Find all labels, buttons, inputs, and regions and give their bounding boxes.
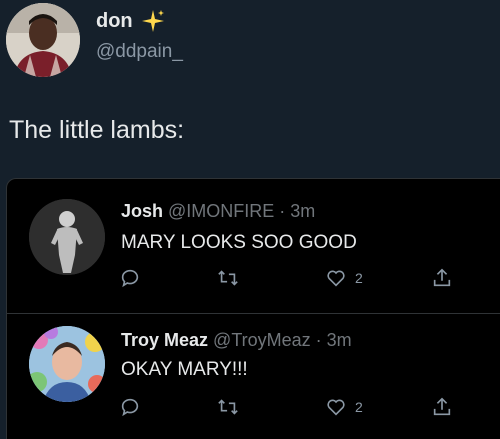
- heart-icon: [327, 399, 345, 416]
- share-button[interactable]: [431, 265, 453, 291]
- reply-icon: [121, 269, 139, 288]
- retweet-button[interactable]: [217, 265, 239, 291]
- like-count: 2: [355, 399, 363, 415]
- like-count: 2: [355, 270, 363, 286]
- retweet-icon: [218, 270, 238, 286]
- reply-item[interactable]: Josh @IMONFIRE · 3m MARY LOOKS SOO GOOD: [7, 179, 500, 314]
- reply-icon: [121, 398, 139, 417]
- reply-author-name[interactable]: Troy Meaz: [121, 330, 208, 350]
- sparkle-icon: [142, 10, 164, 32]
- share-icon: [433, 397, 451, 416]
- retweet-button[interactable]: [217, 394, 239, 420]
- reply-item[interactable]: Troy Meaz @TroyMeaz · 3m OKAY MARY!!! 2: [7, 314, 500, 439]
- tweet-text: The little lambs:: [9, 116, 185, 144]
- author-handle[interactable]: @ddpain_: [96, 41, 183, 63]
- share-button[interactable]: [431, 394, 453, 420]
- reply-text: MARY LOOKS SOO GOOD: [121, 232, 357, 253]
- retweet-icon: [218, 399, 238, 415]
- reply-author-name[interactable]: Josh: [121, 201, 163, 221]
- heart-icon: [327, 270, 345, 287]
- reply-avatar[interactable]: [29, 326, 105, 402]
- author-name[interactable]: don: [96, 10, 133, 33]
- reply-header: Troy Meaz @TroyMeaz · 3m: [121, 330, 352, 351]
- quoted-replies-card[interactable]: Josh @IMONFIRE · 3m MARY LOOKS SOO GOOD: [6, 178, 500, 439]
- reply-button[interactable]: [119, 394, 141, 420]
- reply-avatar[interactable]: [29, 199, 105, 275]
- reply-handle-time[interactable]: @IMONFIRE · 3m: [168, 201, 315, 221]
- like-button[interactable]: 2: [325, 265, 363, 291]
- reply-handle-time[interactable]: @TroyMeaz · 3m: [213, 330, 352, 350]
- reply-actions: 2: [117, 265, 457, 291]
- reply-header: Josh @IMONFIRE · 3m: [121, 201, 315, 222]
- author-avatar[interactable]: [6, 3, 80, 77]
- like-button[interactable]: 2: [325, 394, 363, 420]
- share-icon: [433, 268, 451, 287]
- reply-button[interactable]: [119, 265, 141, 291]
- reply-actions: 2: [117, 394, 457, 420]
- reply-text: OKAY MARY!!!: [121, 359, 248, 380]
- tweet-header: don @ddpain_: [0, 0, 500, 100]
